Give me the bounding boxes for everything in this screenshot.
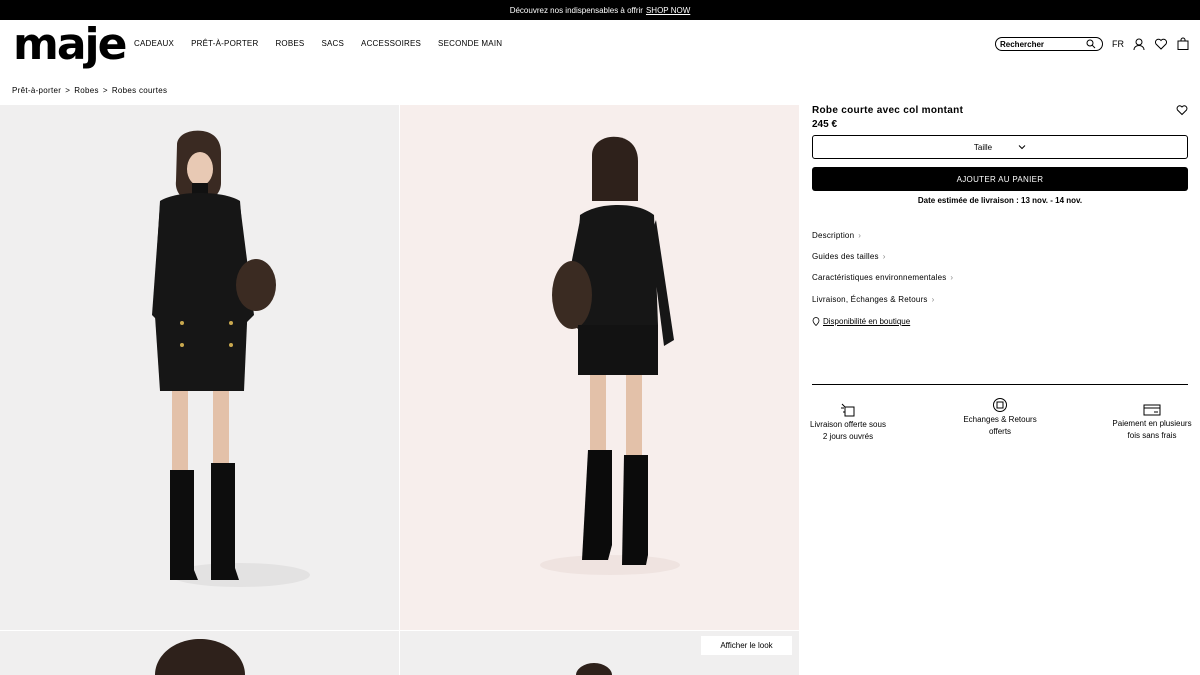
feature-free-returns: Echanges & Retours offerts [960,397,1040,438]
accordion-label: Livraison, Échanges & Retours [812,295,928,304]
search-input[interactable] [1000,39,1086,49]
wishlist-icon[interactable] [1154,37,1168,51]
language-selector[interactable]: FR [1112,39,1124,49]
product-photo-detail-1[interactable] [0,631,399,675]
shop-now-link[interactable]: SHOP NOW [646,6,690,15]
size-selector[interactable]: Taille [812,135,1188,159]
feature-split-payment: Paiement en plusieurs fois sans frais [1112,403,1192,442]
product-title: Robe courte avec col montant [812,105,964,116]
credit-card-icon [1143,404,1161,416]
divider [812,384,1188,385]
breadcrumb-separator: > [65,86,71,95]
nav-sacs[interactable]: SACS [321,39,344,48]
product-photo-back[interactable] [400,105,799,630]
breadcrumb-pret-a-porter[interactable]: Prêt-à-porter [12,86,61,95]
show-look-button[interactable]: Afficher le look [701,636,792,655]
nav-cadeaux[interactable]: CADEAUX [134,39,174,48]
chevron-down-icon [1018,145,1026,150]
account-icon[interactable] [1132,37,1146,51]
product-price: 245 € [812,119,838,130]
search-icon[interactable] [1086,39,1096,49]
nav-pret-a-porter[interactable]: PRÊT-À-PORTER [191,39,258,48]
breadcrumb: Prêt-à-porter > Robes > Robes courtes [12,86,167,95]
feature-label: Echanges & Retours offerts [963,415,1037,436]
cart-bag-icon[interactable] [1176,37,1190,51]
accordion-size-guide[interactable]: Guides des tailles › [812,252,886,261]
product-photo-front[interactable] [0,105,399,630]
feature-label: Paiement en plusieurs fois sans frais [1112,419,1192,440]
site-header: maje CADEAUX PRÊT-À-PORTER ROBES SACS AC… [0,20,1200,70]
accordion-label: Guides des tailles [812,252,879,261]
add-to-wishlist-heart-icon[interactable] [1176,104,1188,116]
availability-label: Disponibilité en boutique [823,317,911,326]
chevron-right-icon: › [931,295,935,304]
breadcrumb-robes[interactable]: Robes [74,86,99,95]
accordion-label: Caractéristiques environnementales [812,273,947,282]
accordion-environment[interactable]: Caractéristiques environnementales › [812,273,953,282]
promo-text: Découvrez nos indispensables à offrir [509,5,643,15]
chevron-right-icon: › [858,231,862,240]
nav-seconde-main[interactable]: SECONDE MAIN [438,39,502,48]
chevron-right-icon: › [950,273,954,282]
breadcrumb-separator: > [102,86,108,95]
accordion-label: Description [812,231,855,240]
add-to-cart-button[interactable]: AJOUTER AU PANIER [812,167,1188,191]
returns-icon [993,398,1007,412]
nav-accessoires[interactable]: ACCESSOIRES [361,39,421,48]
feature-label: Livraison offerte sous 2 jours ouvrés [810,420,886,441]
feature-free-delivery: Livraison offerte sous 2 jours ouvrés [808,402,888,443]
chevron-right-icon: › [882,252,886,261]
store-availability-link[interactable]: Disponibilité en boutique [812,317,910,326]
maje-logo[interactable]: maje [13,22,127,68]
delivery-box-icon [841,403,855,417]
promo-banner: Découvrez nos indispensables à offrir SH… [0,0,1200,20]
estimated-delivery: Date estimée de livraison : 13 nov. - 14… [917,196,1083,205]
search-box[interactable] [995,37,1103,51]
accordion-delivery-returns[interactable]: Livraison, Échanges & Retours › [812,295,935,304]
location-pin-icon [812,317,820,326]
breadcrumb-robes-courtes: Robes courtes [111,86,168,95]
main-nav: CADEAUX PRÊT-À-PORTER ROBES SACS ACCESSO… [134,39,519,48]
accordion-description[interactable]: Description › [812,231,861,240]
nav-robes[interactable]: ROBES [275,39,304,48]
size-label: Taille [973,142,993,152]
